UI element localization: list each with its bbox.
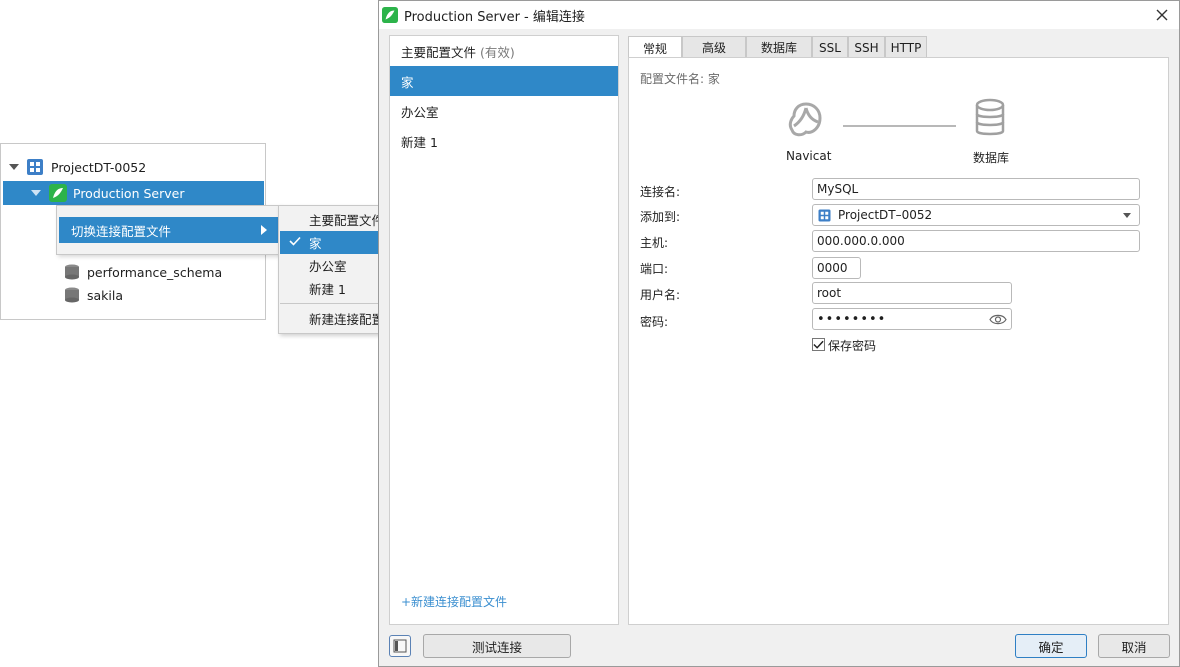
ok-button[interactable]: 确定 — [1015, 634, 1087, 658]
profile-name-label: 配置文件名: 家 — [640, 72, 720, 86]
tab-label: SSH — [854, 40, 879, 55]
navicat-logo-icon — [788, 102, 822, 137]
profile-list-header[interactable]: 主要配置文件 (有效) — [390, 36, 618, 66]
chevron-down-icon — [1123, 213, 1131, 218]
password-label: 密码: — [640, 315, 669, 329]
connection-name-field[interactable]: MySQL — [812, 178, 1140, 200]
switch-profile-menu-item[interactable]: 切换连接配置文件 — [59, 217, 279, 243]
database-name: performance_schema — [87, 264, 223, 280]
username-value: root — [817, 286, 842, 300]
close-icon[interactable] — [1153, 6, 1171, 24]
submenu-item-label: 新建 1 — [309, 282, 346, 297]
new-profile-link[interactable]: +新建连接配置文件 — [401, 593, 507, 610]
diagram-left-label: Navicat — [786, 149, 832, 163]
add-to-label: 添加到: — [640, 210, 681, 224]
connection-line — [843, 125, 956, 127]
project-name: ProjectDT-0052 — [51, 159, 147, 175]
connection-name: Production Server — [73, 185, 185, 201]
tab-label: 高级 — [701, 41, 726, 55]
port-label: 端口: — [640, 262, 669, 276]
profile-item-home[interactable]: 家 — [390, 66, 618, 96]
profile-item-new1[interactable]: 新建 1 — [390, 126, 618, 156]
database-name: sakila — [87, 287, 124, 303]
tab-label: HTTP — [890, 40, 922, 55]
project-icon — [27, 159, 43, 175]
profile-item-label: 办公室 — [401, 104, 439, 120]
host-field[interactable]: 000.000.0.000 — [812, 230, 1140, 252]
tab-ssh[interactable]: SSH — [848, 36, 885, 58]
switch-profile-label: 切换连接配置文件 — [71, 223, 172, 239]
save-password-checkbox[interactable] — [812, 338, 825, 351]
expand-arrow-icon[interactable] — [9, 164, 19, 170]
add-to-select[interactable]: ProjectDT–0052 — [812, 204, 1140, 226]
submenu-item-label: 主要配置文件 — [309, 213, 385, 228]
profile-item-label: 家 — [401, 74, 414, 90]
tree-item-database[interactable]: sakila — [63, 283, 123, 307]
navicat-connection-icon — [49, 184, 67, 202]
tab-label: 数据库 — [760, 41, 797, 55]
tree-item-database[interactable]: performance_schema — [63, 260, 222, 284]
tree-item-connection[interactable]: Production Server — [3, 181, 264, 205]
port-value: 0000 — [817, 261, 848, 275]
edit-connection-dialog: Production Server - 编辑连接 主要配置文件 (有效) 家 办… — [378, 0, 1180, 667]
port-field[interactable]: 0000 — [812, 257, 861, 279]
submenu-item-label: 家 — [309, 236, 322, 251]
connection-name-label: 连接名: — [640, 185, 681, 199]
dialog-titlebar: Production Server - 编辑连接 — [379, 1, 1179, 29]
general-settings-panel: 配置文件名: 家 Navicat 数据库 连接名: MySQL 添加到: Pro… — [628, 57, 1169, 625]
database-icon — [65, 287, 79, 303]
connection-name-value: MySQL — [817, 182, 859, 196]
database-diagram-icon — [975, 98, 1005, 136]
expand-arrow-icon[interactable] — [31, 190, 41, 196]
navicat-app-icon — [382, 7, 398, 23]
host-label: 主机: — [640, 236, 669, 250]
profile-header-note: (有效) — [480, 44, 515, 60]
test-connection-button[interactable]: 测试连接 — [423, 634, 571, 658]
checkmark-icon — [813, 340, 824, 349]
tab-databases[interactable]: 数据库 — [746, 36, 812, 58]
test-connection-label: 测试连接 — [471, 639, 522, 655]
context-menu: 切换连接配置文件 — [56, 205, 280, 255]
profile-list: 主要配置文件 (有效) 家 办公室 新建 1 +新建连接配置文件 — [389, 35, 619, 625]
tab-advanced[interactable]: 高级 — [682, 36, 746, 58]
eye-icon[interactable] — [989, 313, 1007, 326]
database-icon — [65, 264, 79, 280]
ok-label: 确定 — [1038, 639, 1064, 655]
diagram-right-label: 数据库 — [973, 151, 1010, 165]
add-to-value: ProjectDT–0052 — [838, 208, 933, 222]
password-field[interactable]: •••••••• — [812, 308, 1012, 330]
username-field[interactable]: root — [812, 282, 1012, 304]
checkmark-icon — [289, 236, 301, 246]
sidebar-icon — [393, 639, 407, 653]
save-password-label: 保存密码 — [828, 339, 877, 353]
tab-label: 常规 — [642, 41, 667, 56]
profile-item-label: 新建 1 — [401, 134, 438, 150]
dialog-title: Production Server - 编辑连接 — [404, 9, 585, 25]
project-icon — [818, 209, 831, 221]
cancel-label: 取消 — [1121, 639, 1147, 655]
tab-label: SSL — [819, 40, 841, 55]
tab-ssl[interactable]: SSL — [812, 36, 848, 58]
submenu-arrow-icon — [261, 225, 267, 235]
cancel-button[interactable]: 取消 — [1098, 634, 1170, 658]
host-value: 000.000.0.000 — [817, 234, 905, 248]
tree-item-project[interactable]: ProjectDT-0052 — [9, 155, 146, 179]
profile-item-office[interactable]: 办公室 — [390, 96, 618, 126]
profile-header-label: 主要配置文件 — [401, 44, 477, 60]
tab-http[interactable]: HTTP — [885, 36, 927, 58]
password-value: •••••••• — [817, 311, 887, 327]
submenu-item-label: 办公室 — [309, 259, 347, 274]
sidebar-toggle-button[interactable] — [389, 635, 411, 657]
tab-general[interactable]: 常规 — [628, 36, 682, 59]
username-label: 用户名: — [640, 288, 681, 302]
